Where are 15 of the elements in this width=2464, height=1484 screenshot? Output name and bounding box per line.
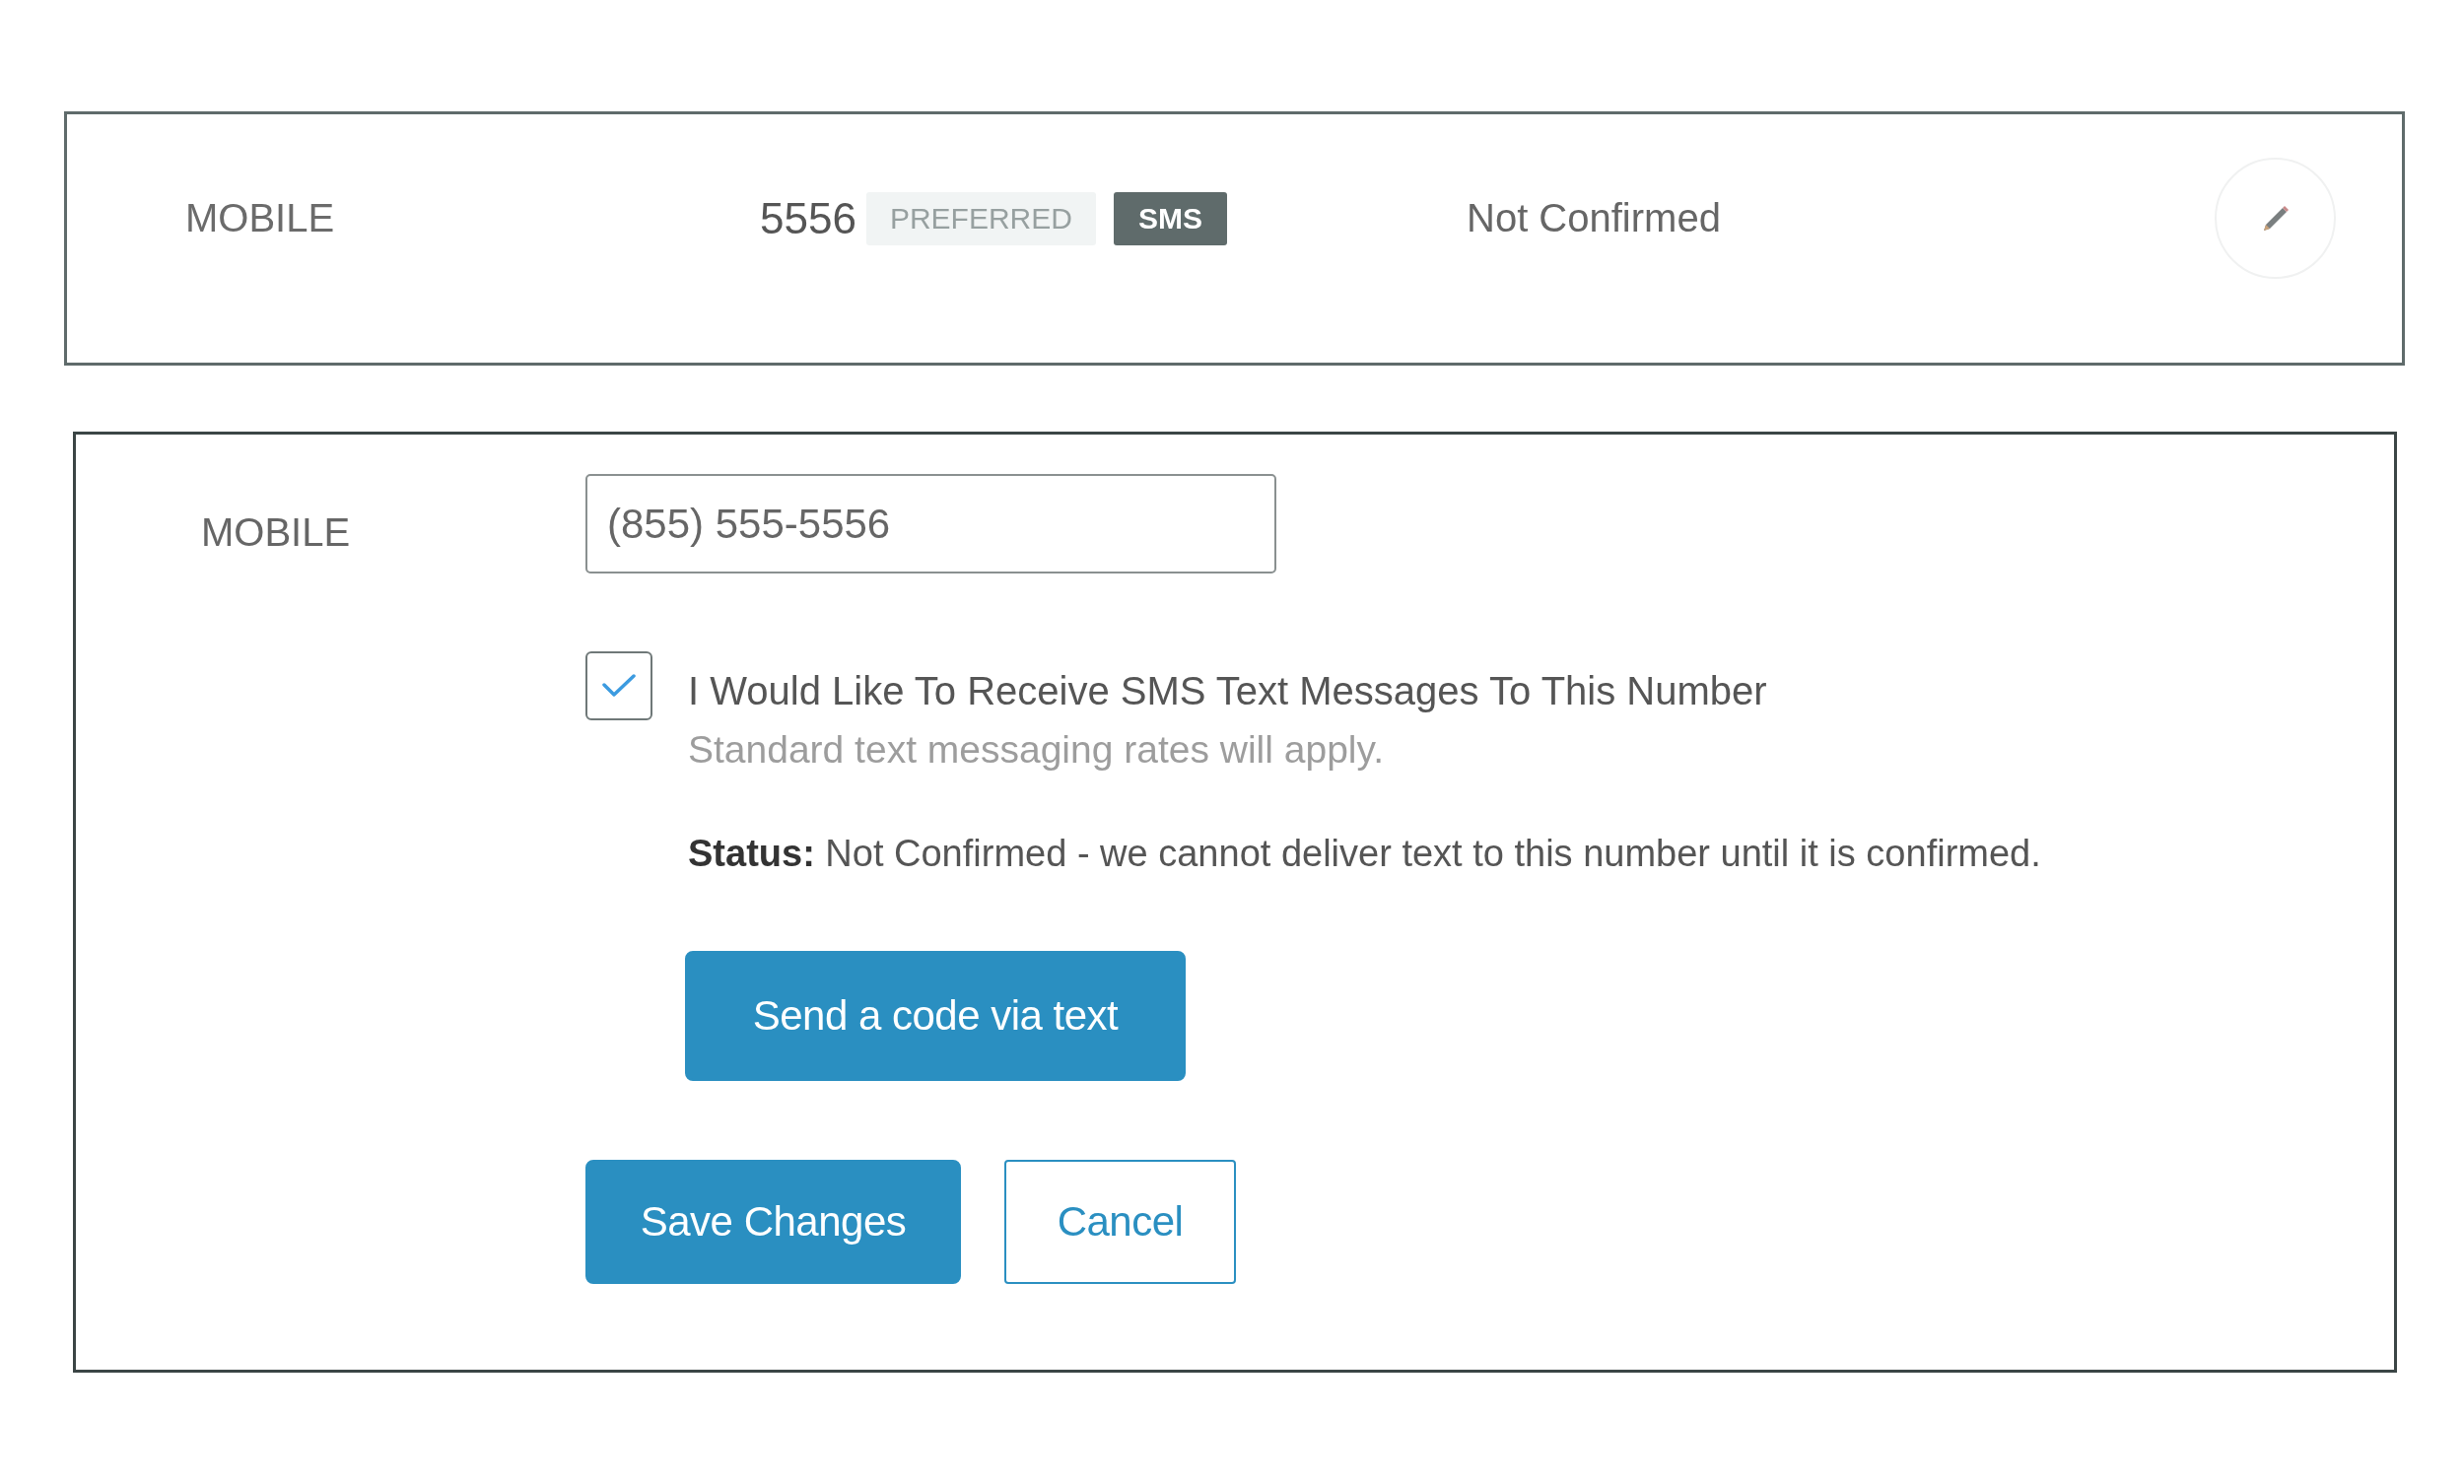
save-changes-button[interactable]: Save Changes [585, 1160, 961, 1284]
sms-checkbox[interactable] [585, 651, 652, 720]
phone-type-label: MOBILE [201, 509, 351, 555]
sms-opt-in-label: I Would Like To Receive SMS Text Messages To This Number [688, 668, 1767, 714]
confirmation-status-note: Status: Not Confirmed - we cannot deliver text to this number until it is confirmed. [688, 832, 2041, 876]
cancel-button[interactable]: Cancel [1004, 1160, 1236, 1284]
send-code-button[interactable]: Send a code via text [685, 951, 1186, 1081]
preferred-tag: PREFERRED [865, 191, 1096, 245]
phone-type-label: MOBILE [185, 196, 335, 240]
phone-number-input[interactable]: (855) 555-5556 [585, 474, 1276, 573]
confirmation-status: Not Confirmed [1467, 196, 1721, 240]
sms-tag: SMS [1113, 191, 1227, 245]
sms-rates-hint: Standard text messaging rates will apply. [688, 727, 1384, 773]
check-icon [602, 674, 636, 698]
phone-number-suffix: 5556 [760, 193, 856, 243]
